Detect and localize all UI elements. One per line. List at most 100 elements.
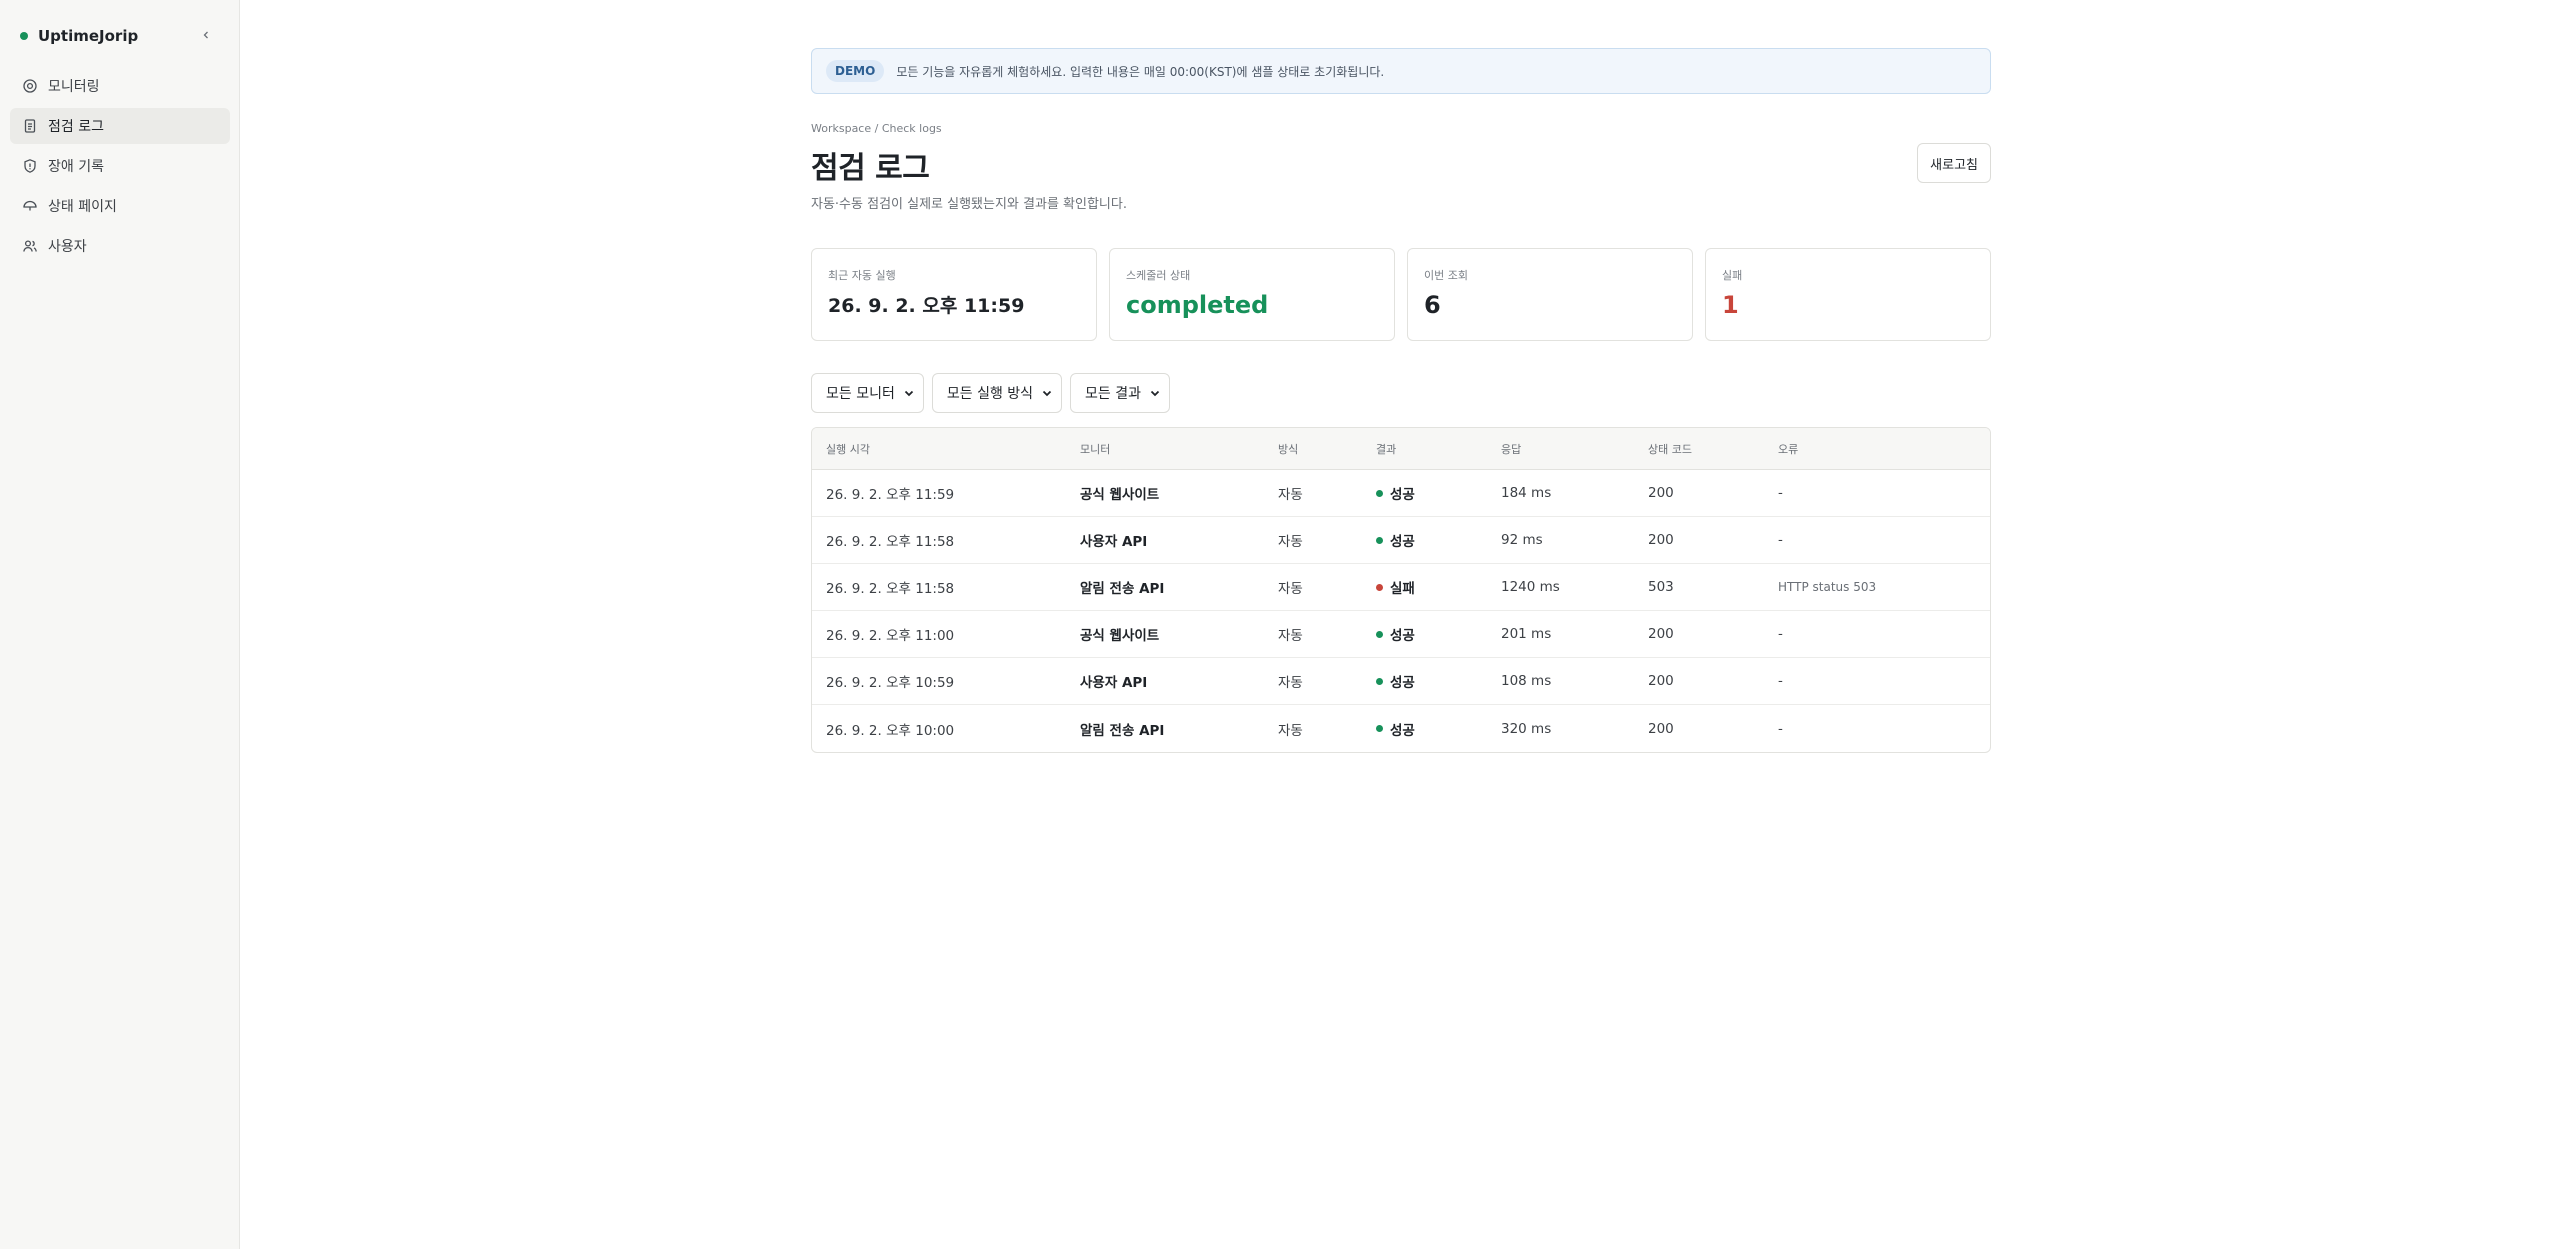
cell-monitor: 사용자 API xyxy=(1080,534,1148,550)
sidebar-item-label: 점검 로그 xyxy=(48,119,104,135)
cell-monitor: 공식 웹사이트 xyxy=(1080,487,1160,503)
stat-value: 26. 9. 2. 오후 11:59 xyxy=(828,295,1025,317)
stat-card-count: 이번 조회 6 xyxy=(1407,248,1693,341)
stat-label: 실패 xyxy=(1722,269,1743,282)
cell-time: 26. 9. 2. 오후 11:59 xyxy=(826,487,955,503)
sidebar-item-users[interactable]: 사용자 xyxy=(10,228,230,264)
sidebar-item-label: 모니터링 xyxy=(48,79,100,95)
cell-mode: 자동 xyxy=(1278,722,1303,739)
cell-response: 201 ms xyxy=(1501,626,1552,642)
cell-result: 성공 xyxy=(1376,624,1501,644)
sidebar-item-label: 사용자 xyxy=(48,239,87,255)
cell-result: 성공 xyxy=(1376,530,1501,550)
result-status-dot-icon xyxy=(1376,630,1383,638)
table-row[interactable]: 26. 9. 2. 오후 10:00 알림 전송 API 자동 성공 320 ms 200… xyxy=(812,705,1990,752)
cell-monitor: 사용자 API xyxy=(1080,675,1148,691)
users-icon xyxy=(23,240,37,252)
page-title: 점검 로그 xyxy=(811,151,930,186)
chevron-down-icon xyxy=(904,390,913,397)
cell-result: 성공 xyxy=(1376,719,1501,739)
cell-mode: 자동 xyxy=(1278,487,1303,503)
cell-error: HTTP status 503 xyxy=(1778,580,1877,594)
column-header: 모니터 xyxy=(1080,442,1111,456)
cell-mode: 자동 xyxy=(1278,675,1303,691)
table-row[interactable]: 26. 9. 2. 오후 10:59 사용자 API 자동 성공 108 ms 200 - xyxy=(812,658,1990,705)
brand[interactable]: UptimeJorip xyxy=(20,26,138,46)
cell-error: - xyxy=(1778,720,1783,737)
cell-mode: 자동 xyxy=(1278,534,1303,550)
cell-response: 1240 ms xyxy=(1501,579,1560,595)
cell-time: 26. 9. 2. 오후 11:58 xyxy=(826,534,955,550)
cell-status-code: 200 xyxy=(1648,720,1674,737)
cell-time: 26. 9. 2. 오후 10:00 xyxy=(826,722,955,739)
result-status-dot-icon xyxy=(1376,489,1383,497)
column-header: 상태 코드 xyxy=(1648,442,1692,456)
cell-response: 92 ms xyxy=(1501,532,1543,548)
main-content: DEMO 모든 기능을 자유롭게 체험하세요. 입력한 내용은 매일 00:00… xyxy=(811,48,1991,753)
table-row[interactable]: 26. 9. 2. 오후 11:59 공식 웹사이트 자동 성공 184 ms 200 - xyxy=(812,470,1990,517)
filter-value: 모든 실행 방식 xyxy=(946,386,1034,402)
result-status-dot-icon xyxy=(1376,677,1383,685)
cell-time: 26. 9. 2. 오후 11:58 xyxy=(826,581,955,597)
cell-status-code: 200 xyxy=(1648,626,1674,642)
collapse-sidebar-button[interactable] xyxy=(196,25,216,45)
umbrella-icon xyxy=(23,200,37,211)
cell-mode: 자동 xyxy=(1278,628,1303,644)
cell-response: 108 ms xyxy=(1501,673,1552,689)
filter-value: 모든 모니터 xyxy=(826,386,895,402)
table-row[interactable]: 26. 9. 2. 오후 11:00 공식 웹사이트 자동 성공 201 ms 200 - xyxy=(812,611,1990,658)
cell-mode: 자동 xyxy=(1278,581,1303,597)
cell-time: 26. 9. 2. 오후 11:00 xyxy=(826,628,955,644)
sidebar-item-status-page[interactable]: 상태 페이지 xyxy=(10,188,230,224)
cell-result: 성공 xyxy=(1376,483,1501,503)
monitor-filter-select[interactable]: 모든 모니터 xyxy=(811,373,924,413)
breadcrumb: Workspace / Check logs xyxy=(811,122,942,135)
sidebar-item-incidents[interactable]: 장애 기록 xyxy=(10,148,230,184)
cell-monitor: 알림 전송 API xyxy=(1080,722,1165,739)
cell-response: 184 ms xyxy=(1501,485,1552,501)
filters: 모든 모니터 모든 실행 방식 모든 결과 xyxy=(811,373,1991,413)
column-header: 결과 xyxy=(1376,442,1397,456)
cell-error: - xyxy=(1778,673,1783,689)
demo-banner: DEMO 모든 기능을 자유롭게 체험하세요. 입력한 내용은 매일 00:00… xyxy=(811,48,1991,94)
sidebar: UptimeJorip 모니터링 점검 로그 장애 기록 상태 페이지 사용자 xyxy=(0,0,240,1249)
cell-result: 실패 xyxy=(1376,577,1501,597)
stat-label: 최근 자동 실행 xyxy=(828,269,896,282)
mode-filter-select[interactable]: 모든 실행 방식 xyxy=(931,373,1063,413)
column-header: 방식 xyxy=(1278,442,1299,456)
sidebar-item-label: 상태 페이지 xyxy=(48,199,117,215)
column-header: 오류 xyxy=(1778,442,1799,456)
column-header: 응답 xyxy=(1501,442,1522,456)
result-status-dot-icon xyxy=(1376,583,1383,591)
banner-text: 모든 기능을 자유롭게 체험하세요. 입력한 내용은 매일 00:00(KST)… xyxy=(896,64,1385,79)
result-label: 성공 xyxy=(1390,487,1415,503)
filter-value: 모든 결과 xyxy=(1085,386,1142,402)
chevron-down-icon xyxy=(1150,390,1160,397)
app-name: UptimeJorip xyxy=(38,27,139,45)
stat-card-last-run: 최근 자동 실행 26. 9. 2. 오후 11:59 xyxy=(811,248,1097,341)
cell-error: - xyxy=(1778,485,1783,501)
chevron-left-icon xyxy=(203,31,208,39)
table-row[interactable]: 26. 9. 2. 오후 11:58 알림 전송 API 자동 실패 1240 ms 50… xyxy=(812,564,1990,611)
sidebar-item-check-logs[interactable]: 점검 로그 xyxy=(10,108,230,144)
cell-response: 320 ms xyxy=(1501,720,1552,737)
status-dot-icon xyxy=(20,32,28,40)
cell-time: 26. 9. 2. 오후 10:59 xyxy=(826,675,955,691)
table-row[interactable]: 26. 9. 2. 오후 11:58 사용자 API 자동 성공 92 ms 200 - xyxy=(812,517,1990,564)
result-label: 성공 xyxy=(1390,675,1415,691)
result-status-dot-icon xyxy=(1376,725,1383,732)
result-label: 성공 xyxy=(1390,628,1415,644)
result-label: 실패 xyxy=(1390,581,1415,597)
result-filter-select[interactable]: 모든 결과 xyxy=(1070,373,1171,413)
cell-status-code: 200 xyxy=(1648,673,1674,689)
cell-monitor: 알림 전송 API xyxy=(1080,581,1165,597)
stats-row: 최근 자동 실행 26. 9. 2. 오후 11:59 스케줄러 상태 comp… xyxy=(811,248,1991,341)
table-header: 실행 시각 모니터 방식 결과 응답 상태 코드 오류 xyxy=(812,428,1990,470)
stat-label: 스케줄러 상태 xyxy=(1126,269,1191,282)
refresh-button[interactable]: 새로고침 xyxy=(1917,143,1991,183)
cell-status-code: 200 xyxy=(1648,532,1674,548)
result-label: 성공 xyxy=(1390,534,1415,550)
stat-card-scheduler: 스케줄러 상태 completed xyxy=(1109,248,1395,341)
sidebar-item-monitoring[interactable]: 모니터링 xyxy=(10,68,230,104)
stat-card-failures: 실패 1 xyxy=(1705,248,1991,341)
